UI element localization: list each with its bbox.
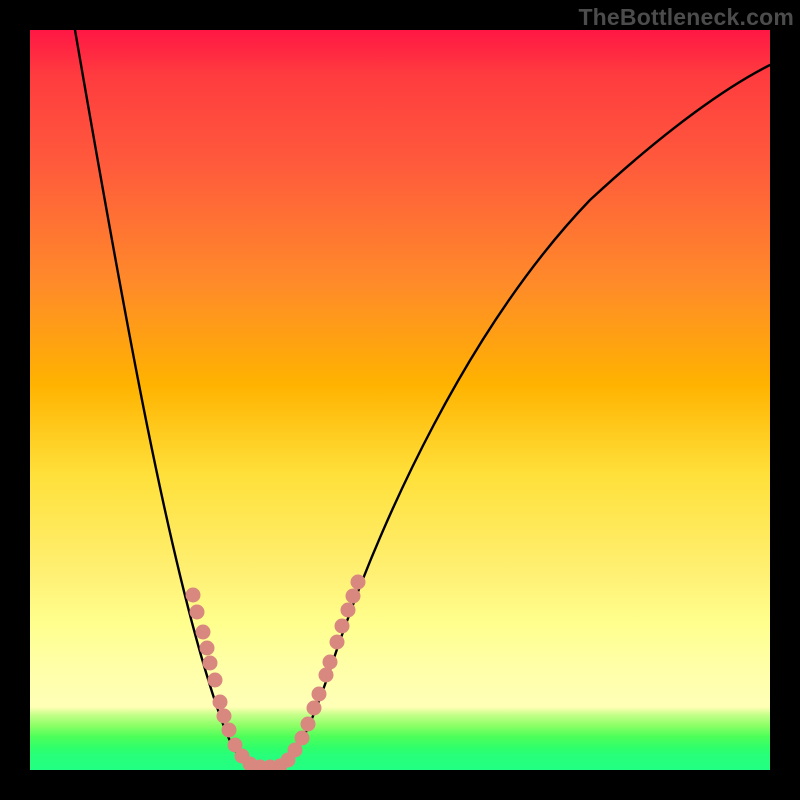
watermark-text: TheBottleneck.com — [578, 4, 794, 31]
highlight-bead — [208, 673, 222, 687]
highlight-bead — [312, 687, 326, 701]
highlight-bead — [330, 635, 344, 649]
highlight-bead — [341, 603, 355, 617]
highlight-bead — [200, 641, 214, 655]
highlight-bead — [307, 701, 321, 715]
chart-frame — [30, 30, 770, 770]
highlight-bead — [351, 575, 365, 589]
highlight-bead — [186, 588, 200, 602]
highlight-bead — [190, 605, 204, 619]
bottleneck-curve — [75, 30, 770, 765]
highlight-beads-group — [186, 575, 365, 770]
bottleneck-curve-plot — [30, 30, 770, 770]
highlight-bead — [301, 717, 315, 731]
highlight-bead — [323, 655, 337, 669]
highlight-bead — [222, 723, 236, 737]
highlight-bead — [319, 668, 333, 682]
highlight-bead — [335, 619, 349, 633]
highlight-bead — [213, 695, 227, 709]
highlight-bead — [196, 625, 210, 639]
highlight-bead — [295, 731, 309, 745]
highlight-bead — [217, 709, 231, 723]
highlight-bead — [346, 589, 360, 603]
highlight-bead — [203, 656, 217, 670]
